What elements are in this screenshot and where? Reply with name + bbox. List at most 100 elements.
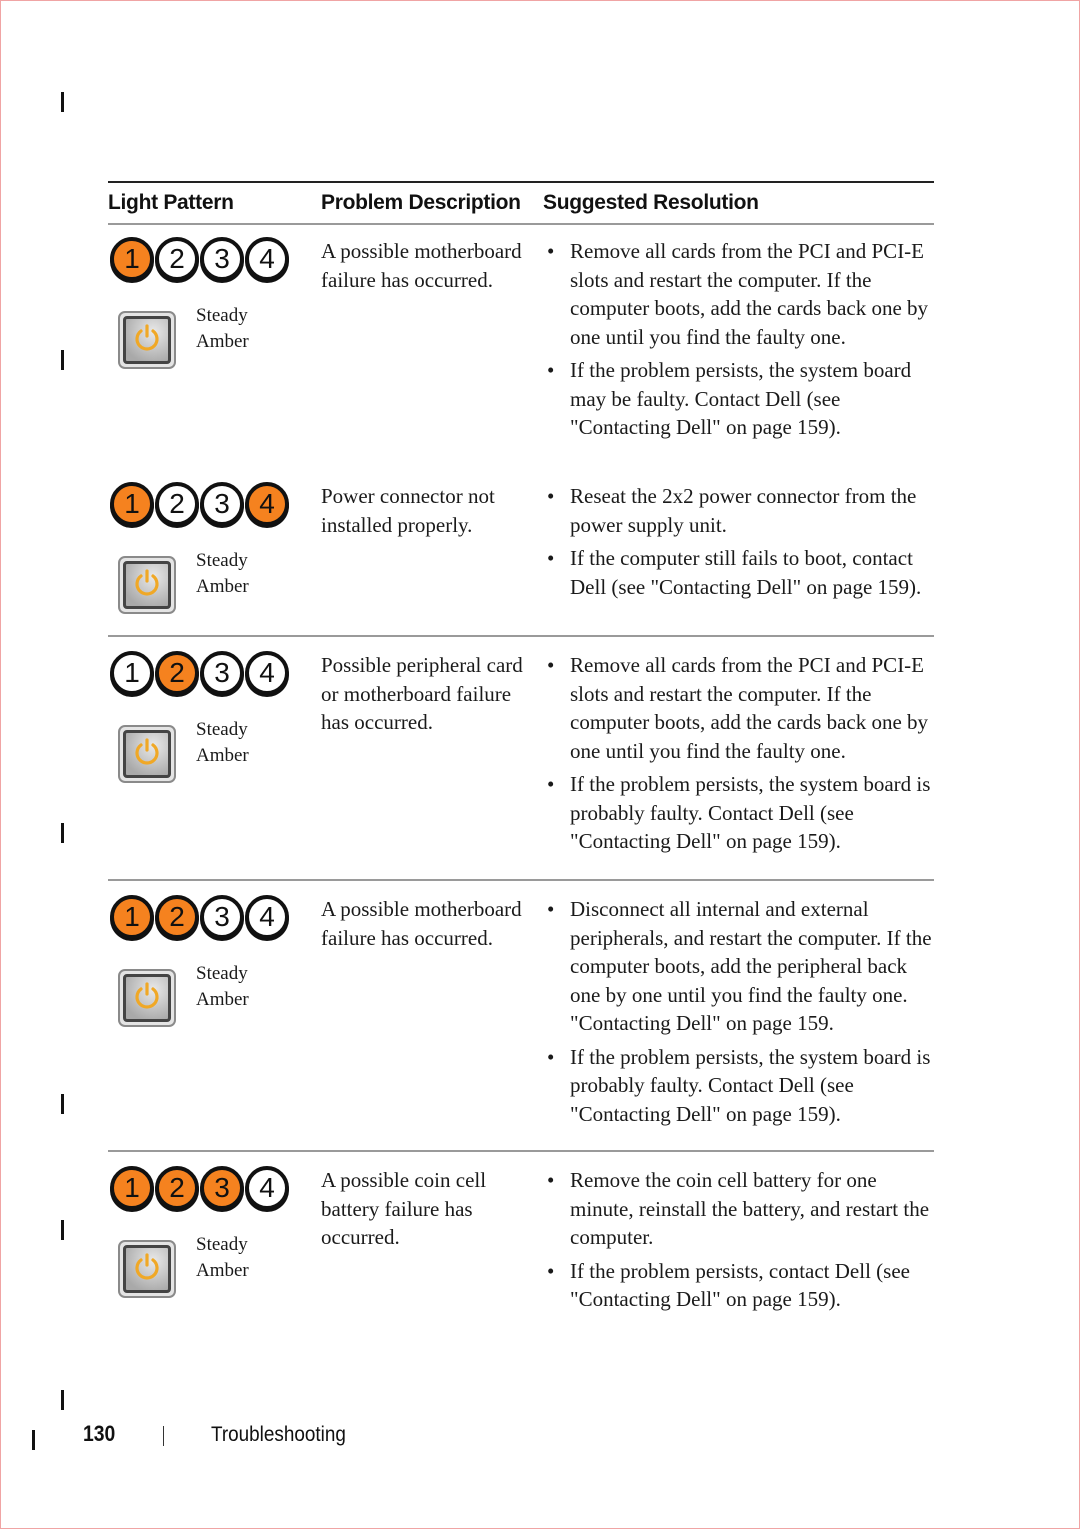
suggested-resolution-cell: • Reseat the 2x2 power connector from the…: [543, 482, 934, 635]
power-light-indicator: Steady Amber: [118, 550, 321, 614]
bullet-icon: •: [547, 653, 555, 677]
diagnostic-light-2-off: 2: [155, 482, 199, 526]
diagnostic-light-3-on: 3: [200, 1166, 244, 1210]
change-bar: [61, 1220, 64, 1240]
suggested-resolution-cell: • Remove the coin cell battery for one mi…: [543, 1166, 934, 1311]
diagnostic-light-3-off: 3: [200, 895, 244, 939]
change-bar: [32, 1430, 35, 1450]
power-state-line2: Amber: [196, 745, 249, 766]
power-state-line2: Amber: [196, 331, 249, 352]
power-state-line1: Steady: [196, 963, 248, 984]
power-state-line1: Steady: [196, 1234, 248, 1255]
power-state-line2: Amber: [196, 989, 249, 1010]
resolution-text: If the problem persists, the system boar…: [570, 1044, 931, 1126]
diagnostic-light-1-off: 1: [110, 651, 154, 695]
resolution-text: Remove all cards from the PCI and PCI-E …: [570, 653, 929, 763]
diagnostic-lights: 1234: [110, 1166, 321, 1210]
resolution-list: • Remove all cards from the PCI and PCI-E…: [543, 237, 934, 442]
resolution-text: If the problem persists, contact Dell (s…: [570, 1258, 910, 1312]
diagnostic-light-3-off: 3: [200, 651, 244, 695]
resolution-item: • Remove the coin cell battery for one mi…: [543, 1166, 934, 1252]
bullet-icon: •: [547, 358, 555, 382]
diagnostic-light-4-on: 4: [245, 482, 289, 526]
power-light-indicator: Steady Amber: [118, 1234, 321, 1298]
change-bar: [61, 92, 64, 112]
resolution-item: • Disconnect all internal and external pe…: [543, 895, 934, 1038]
table-row: 1 2 3 4 Steady Amber A possible motherboard fa…: [108, 879, 934, 1150]
power-icon: [131, 322, 163, 359]
resolution-text: If the problem persists, the system boar…: [570, 358, 912, 439]
diagnostic-light-1-on: 1: [110, 482, 154, 526]
table-row: 1 2 3 4 Steady Amber Possible peripheral card …: [108, 635, 934, 879]
problem-description: Power connector not installed properly.: [321, 484, 495, 537]
power-button-graphic: [118, 969, 176, 1027]
power-icon: [131, 1251, 163, 1288]
bullet-icon: •: [547, 239, 555, 263]
suggested-resolution-cell: • Disconnect all internal and external pe…: [543, 895, 934, 1150]
footer-separator: [163, 1426, 164, 1446]
light-pattern-cell: 1 2 3 4 Steady Amber: [108, 237, 321, 468]
resolution-item: • If the problem persists, the system boa…: [543, 356, 934, 442]
bullet-icon: •: [547, 897, 555, 921]
resolution-text: Reseat the 2x2 power connector from the …: [570, 484, 917, 537]
light-pattern-cell: 1 2 3 4 Steady Amber: [108, 651, 321, 879]
resolution-list: • Remove the coin cell battery for one mi…: [543, 1166, 934, 1314]
resolution-item: • If the computer still fails to boot, co…: [543, 544, 934, 601]
problem-description: Possible peripheral card or motherboard …: [321, 653, 523, 734]
diagnostic-lights: 1234: [110, 237, 321, 281]
resolution-text: If the problem persists, the system boar…: [570, 772, 931, 853]
power-button-graphic: [118, 556, 176, 614]
diagnostic-light-4-off: 4: [245, 651, 289, 695]
diagnostic-light-1-on: 1: [110, 237, 154, 281]
problem-description-cell: Possible peripheral card or motherboard …: [321, 651, 543, 879]
suggested-resolution-cell: • Remove all cards from the PCI and PCI-E…: [543, 651, 934, 879]
problem-description-cell: A possible coin cell battery failure has…: [321, 1166, 543, 1310]
power-state-line1: Steady: [196, 719, 248, 740]
diagnostic-light-4-off: 4: [245, 895, 289, 939]
power-light-state: Steady Amber: [196, 717, 249, 769]
bullet-icon: •: [547, 546, 555, 570]
power-button-graphic: [118, 725, 176, 783]
table-row: 1 2 3 4 Steady Amber Power connector not insta…: [108, 468, 934, 635]
bullet-icon: •: [547, 1168, 555, 1192]
table-row: 1 2 3 4 Steady Amber A possible motherboard fa…: [108, 225, 934, 468]
problem-description: A possible motherboard failure has occur…: [321, 897, 522, 950]
power-light-state: Steady Amber: [196, 961, 249, 1013]
power-light-indicator: Steady Amber: [118, 963, 321, 1027]
table-body: 1 2 3 4 Steady Amber A possible motherboard fa…: [108, 225, 934, 1311]
diagnostic-light-2-on: 2: [155, 895, 199, 939]
light-pattern-cell: 1 2 3 4 Steady Amber: [108, 482, 321, 635]
problem-description: A possible coin cell battery failure has…: [321, 1168, 487, 1249]
diagnostic-light-1-on: 1: [110, 1166, 154, 1210]
diagnostic-light-2-on: 2: [155, 1166, 199, 1210]
power-light-state: Steady Amber: [196, 548, 249, 600]
power-state-line2: Amber: [196, 576, 249, 597]
resolution-list: • Disconnect all internal and external pe…: [543, 895, 934, 1128]
diagnostic-light-3-off: 3: [200, 482, 244, 526]
light-pattern-cell: 1 2 3 4 Steady Amber: [108, 1166, 321, 1310]
resolution-text: Remove the coin cell battery for one min…: [570, 1168, 930, 1249]
header-suggested-resolution: Suggested Resolution: [543, 191, 759, 214]
problem-description-cell: A possible motherboard failure has occur…: [321, 237, 543, 468]
resolution-text: Remove all cards from the PCI and PCI-E …: [570, 239, 929, 349]
diagnostic-lights-table: Light Pattern Problem Description Sugges…: [108, 181, 934, 1311]
bullet-icon: •: [547, 1258, 555, 1283]
power-icon: [131, 980, 163, 1017]
resolution-text: Disconnect all internal and external per…: [570, 897, 932, 1035]
resolution-text: If the computer still fails to boot, con…: [570, 546, 922, 599]
diagnostic-lights: 1234: [110, 651, 321, 695]
change-bar: [61, 823, 64, 843]
resolution-list: • Remove all cards from the PCI and PCI-E…: [543, 651, 934, 856]
header-light-pattern: Light Pattern: [108, 191, 234, 214]
diagnostic-light-4-off: 4: [245, 1166, 289, 1210]
page-number: 130: [83, 1421, 116, 1446]
table-row: 1 2 3 4 Steady Amber A possible coin cell batt…: [108, 1150, 934, 1311]
problem-description-cell: A possible motherboard failure has occur…: [321, 895, 543, 1150]
footer-section-title: Troubleshooting: [211, 1423, 346, 1446]
power-light-indicator: Steady Amber: [118, 305, 321, 369]
problem-description: A possible motherboard failure has occur…: [321, 239, 522, 292]
resolution-item: • If the problem persists, the system boa…: [543, 1043, 934, 1129]
power-light-state: Steady Amber: [196, 303, 249, 355]
bullet-icon: •: [547, 1044, 555, 1069]
table-header: Light Pattern Problem Description Sugges…: [108, 183, 934, 223]
